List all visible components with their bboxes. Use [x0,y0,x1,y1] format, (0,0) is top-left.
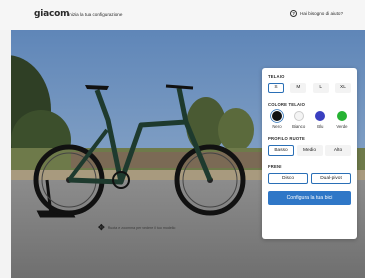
frame-color-options: Nero Bianco Blu Verde [268,111,351,129]
brakes-options: Disco Dual-pivot [268,173,351,184]
color-option-nero[interactable]: Nero [268,111,286,129]
color-swatch-black [272,111,282,121]
wheel-option-medio[interactable]: Medio [296,145,323,156]
rotate-zoom-hint: ✥ Ruota e zoomma per vedere il tuo model… [98,224,175,232]
page-subtitle: Inizia la tua configurazione [68,12,123,17]
wheel-profile-title: PROFILO RUOTE [268,136,306,141]
color-label: Bianco [292,124,306,129]
question-circle-icon: ? [290,10,298,17]
color-option-verde[interactable]: Verde [333,111,351,129]
size-option-xl[interactable]: XL [334,83,351,93]
help-label: Hai bisogno di aiuto? [300,11,343,16]
brake-option-disco[interactable]: Disco [268,173,308,184]
color-label: Verde [336,124,348,129]
color-option-blu[interactable]: Blu [311,111,329,129]
frame-size-title: TELAIO [268,74,285,79]
move-cross-icon: ✥ [98,223,105,232]
wheel-option-basso[interactable]: Basso [268,145,294,156]
configure-bike-button[interactable]: Configura la tua bici [268,191,351,205]
color-swatch-white [293,111,304,121]
hint-text: Ruota e zoomma per vedere il tuo modello [107,226,176,230]
size-option-m[interactable]: M [290,83,307,93]
wheel-option-alto[interactable]: Alto [325,145,351,156]
brand-logo[interactable]: giacom [34,9,69,19]
help-link[interactable]: ? Hai bisogno di aiuto? [290,10,343,17]
color-swatch-blue [315,111,326,121]
color-option-bianco[interactable]: Bianco [290,111,308,129]
brakes-title: FRENI [268,164,282,169]
brake-option-dual-pivot[interactable]: Dual-pivot [311,173,351,184]
top-bar: giacom Inizia la tua configurazione ? Ha… [0,0,365,30]
color-label: Blu [317,124,324,129]
color-label: Nero [272,124,282,129]
color-swatch-green [336,111,347,121]
size-option-s[interactable]: S [268,83,284,93]
frame-size-options: S M L XL [268,83,351,93]
wheel-profile-options: Basso Medio Alto [268,145,351,156]
frame-color-title: COLORE TELAIO [268,102,306,107]
configuration-panel: TELAIO S M L XL COLORE TELAIO Nero Bianc… [262,68,357,239]
size-option-l[interactable]: L [312,83,329,93]
